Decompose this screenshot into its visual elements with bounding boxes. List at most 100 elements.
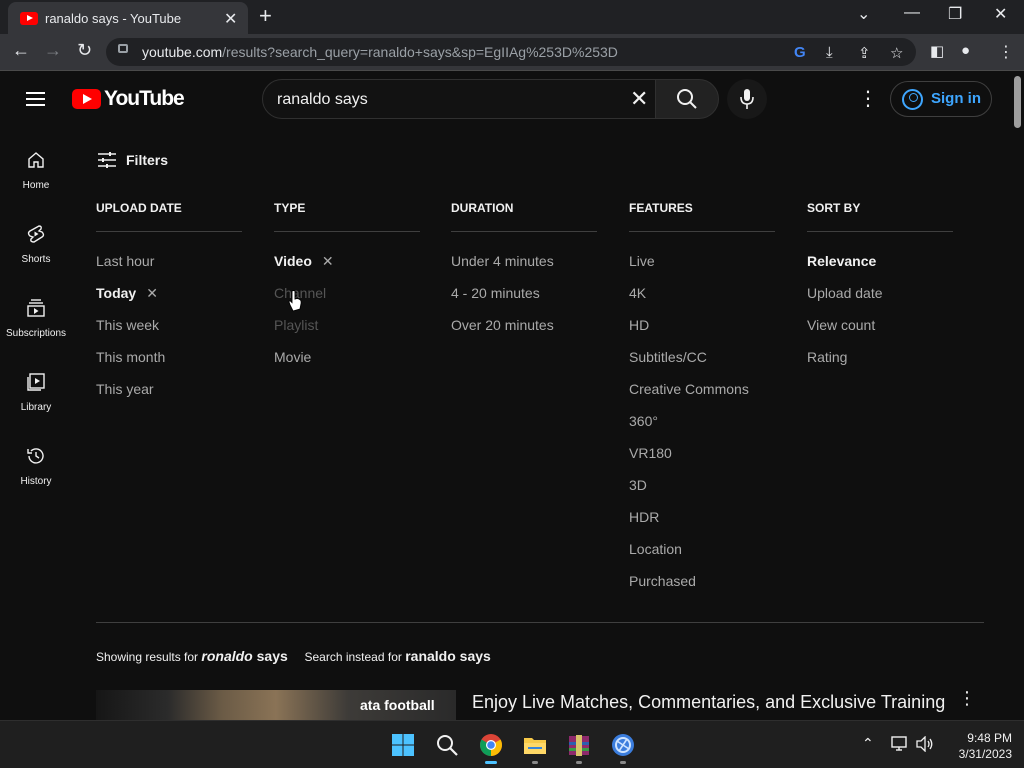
filter-option[interactable]: 4 - 20 minutes <box>451 285 540 301</box>
share-icon[interactable]: ⇪ <box>858 44 871 62</box>
filter-option[interactable]: Last hour <box>96 253 154 269</box>
filter-option[interactable]: 360° <box>629 413 658 429</box>
video-title[interactable]: Enjoy Live Matches, Commentaries, and Ex… <box>472 692 945 713</box>
filter-option[interactable]: Over 20 minutes <box>451 317 554 333</box>
youtube-play-logo-icon <box>72 89 101 109</box>
filter-option-label: Location <box>629 541 682 557</box>
filter-option[interactable]: This month <box>96 349 165 365</box>
guide-item-shorts[interactable]: Shorts <box>0 224 72 298</box>
filter-option[interactable]: 3D <box>629 477 647 493</box>
filter-column-header: TYPE <box>274 200 420 232</box>
search-input[interactable] <box>277 89 617 111</box>
filter-option[interactable]: This week <box>96 317 159 333</box>
filter-option[interactable]: Purchased <box>629 573 696 589</box>
chrome-taskbar-icon[interactable] <box>479 733 503 757</box>
filter-column-duration: DURATION Under 4 minutes 4 - 20 minutes Ove… <box>451 200 597 333</box>
filter-option[interactable]: Upload date <box>807 285 883 301</box>
user-avatar-icon <box>902 89 923 110</box>
winrar-icon[interactable] <box>567 733 591 757</box>
showing-results-label: Showing results for <box>96 650 199 664</box>
divider <box>96 622 984 623</box>
google-lens-icon[interactable]: G <box>794 44 806 61</box>
filter-column-header: FEATURES <box>629 200 775 232</box>
hamburger-menu-icon[interactable] <box>26 92 45 106</box>
windows-start-icon[interactable] <box>391 733 415 757</box>
address-bar[interactable]: youtube.com/results?search_query=ranaldo… <box>106 38 916 66</box>
guide-item-home[interactable]: Home <box>0 150 72 224</box>
taskbar-search-icon[interactable] <box>435 733 459 757</box>
guide-label: Library <box>20 402 52 413</box>
voice-search-button[interactable] <box>727 79 767 119</box>
filter-option[interactable]: Rating <box>807 349 847 365</box>
app-indicator <box>576 761 582 764</box>
sign-in-button[interactable]: Sign in <box>890 81 992 117</box>
filter-option-label: This year <box>96 381 154 397</box>
tab-search-chevron-icon[interactable]: ⌄ <box>857 4 870 24</box>
file-explorer-icon[interactable] <box>523 733 547 757</box>
tab-close-icon[interactable]: ✕ <box>224 9 237 29</box>
chrome-menu-icon[interactable]: ⋮ <box>998 42 1014 62</box>
bookmark-star-icon[interactable]: ☆ <box>890 44 903 62</box>
filter-column-upload-date: UPLOAD DATE Last hour Today ✕ This week This … <box>96 200 242 397</box>
filter-option[interactable]: Under 4 minutes <box>451 253 554 269</box>
restore-icon[interactable]: ❐ <box>948 4 962 24</box>
filter-option-label: HDR <box>629 509 660 525</box>
filter-option[interactable]: Relevance <box>807 253 876 269</box>
filter-option[interactable]: Live <box>629 253 655 269</box>
filter-option[interactable]: 4K <box>629 285 646 301</box>
settings-menu-icon[interactable]: ⋮ <box>858 89 878 109</box>
remove-filter-icon[interactable]: ✕ <box>146 285 158 301</box>
filter-option[interactable]: HDR <box>629 509 659 525</box>
filter-option[interactable]: Video ✕ <box>274 253 334 270</box>
original-query-link[interactable]: ranaldo says <box>405 648 491 664</box>
filter-option[interactable]: This year <box>96 381 154 397</box>
profile-icon[interactable]: ● <box>961 42 970 59</box>
filter-option[interactable]: Playlist <box>274 317 318 333</box>
vpn-app-icon[interactable] <box>611 733 635 757</box>
filter-option[interactable]: Location <box>629 541 682 557</box>
install-app-icon[interactable]: ⤓ <box>826 44 833 61</box>
guide-item-history[interactable]: History <box>0 446 72 520</box>
minimize-icon[interactable]: — <box>904 4 920 22</box>
video-actions-menu-icon[interactable]: ⋮ <box>958 688 976 709</box>
filter-option[interactable]: Movie <box>274 349 311 365</box>
clock-time: 9:48 PM <box>967 731 1012 745</box>
filter-option[interactable]: View count <box>807 317 875 333</box>
forward-arrow-icon[interactable]: → <box>44 40 62 61</box>
show-hidden-icons-chevron-icon[interactable]: ⌃ <box>862 735 874 752</box>
filter-option-label: Subtitles/CC <box>629 349 707 365</box>
corrected-query-link[interactable]: ronaldo says <box>201 648 287 664</box>
back-arrow-icon[interactable]: ← <box>12 40 30 61</box>
clear-search-icon[interactable]: ✕ <box>630 86 648 112</box>
filter-option[interactable]: Subtitles/CC <box>629 349 707 365</box>
guide-item-library[interactable]: Library <box>0 372 72 446</box>
browser-tab[interactable]: ranaldo says - YouTube ✕ <box>8 2 248 34</box>
filter-option-label: View count <box>807 317 876 333</box>
volume-icon[interactable] <box>916 736 934 752</box>
video-thumbnail[interactable]: ata football <box>96 690 456 720</box>
filter-option[interactable]: HD <box>629 317 649 333</box>
filter-option-label: 4K <box>629 285 647 301</box>
system-clock[interactable]: 9:48 PM 3/31/2023 <box>944 730 1012 762</box>
youtube-header: YouTube ✕ ⋮ Sign in <box>0 72 1012 128</box>
search-instead-label: Search instead for <box>304 650 402 664</box>
window-close-icon[interactable]: ✕ <box>994 4 1007 24</box>
filter-option-label: HD <box>629 317 650 333</box>
page-scrollbar[interactable] <box>1012 72 1024 720</box>
filter-option[interactable]: VR180 <box>629 445 672 461</box>
app-indicator <box>532 761 538 764</box>
scrollbar-thumb[interactable] <box>1014 76 1021 128</box>
reload-icon[interactable]: ↻ <box>77 40 92 61</box>
filter-option-label: Purchased <box>629 573 696 589</box>
network-icon[interactable] <box>891 736 909 752</box>
filter-option[interactable]: Today ✕ <box>96 285 158 302</box>
search-button[interactable] <box>655 79 719 119</box>
guide-item-subscriptions[interactable]: Subscriptions <box>0 298 72 372</box>
windows-taskbar: ⌃ 9:48 PM 3/31/2023 <box>0 720 1024 768</box>
filter-option[interactable]: Creative Commons <box>629 381 749 397</box>
side-panel-icon[interactable]: ◧ <box>930 42 944 60</box>
new-tab-button[interactable]: + <box>259 5 272 27</box>
remove-filter-icon[interactable]: ✕ <box>322 253 334 269</box>
lock-icon[interactable] <box>118 44 128 53</box>
search-box[interactable]: ✕ <box>262 79 656 119</box>
